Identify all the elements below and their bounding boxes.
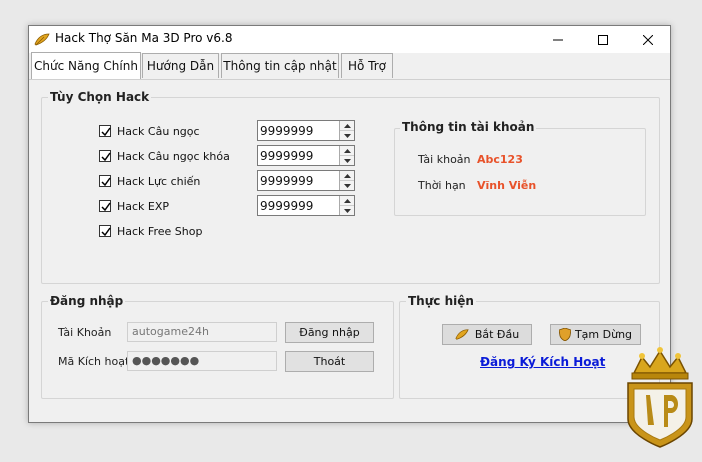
close-icon xyxy=(642,34,653,45)
tab-support[interactable]: Hỗ Trợ xyxy=(341,53,393,78)
checkbox[interactable] xyxy=(99,225,111,237)
account-info-title: Thông tin tài khoản xyxy=(400,120,537,134)
value-spinner[interactable]: 9999999 xyxy=(257,195,355,216)
checkbox[interactable] xyxy=(99,200,111,212)
hack-option-label: Hack Free Shop xyxy=(117,224,203,238)
hack-options-title: Tùy Chọn Hack xyxy=(48,90,152,104)
maximize-button[interactable] xyxy=(580,26,625,53)
login-group xyxy=(41,301,394,399)
gold-feather-icon xyxy=(34,33,50,46)
hack-option-label: Hack EXP xyxy=(117,199,170,213)
minimize-button[interactable] xyxy=(535,26,580,53)
arrow-down-icon xyxy=(343,133,351,138)
arrow-down-icon xyxy=(343,208,351,213)
spin-down-button[interactable] xyxy=(340,181,354,190)
spinner-buttons xyxy=(339,121,354,140)
spin-up-button[interactable] xyxy=(340,171,354,181)
tab-guide[interactable]: Hướng Dẫn xyxy=(142,53,219,78)
register-activation-link[interactable]: Đăng Ký Kích Hoạt xyxy=(480,355,605,369)
login-account-field[interactable]: autogame24h xyxy=(127,322,277,342)
minimize-icon xyxy=(552,39,563,40)
checkmark-icon xyxy=(101,227,111,237)
maximize-icon xyxy=(597,34,608,45)
hack-option-label: Hack Lực chiến xyxy=(117,174,201,188)
arrow-up-icon xyxy=(343,198,351,203)
account-label: Tài khoản xyxy=(418,153,471,166)
login-account-label: Tài Khoản xyxy=(58,326,112,339)
close-button[interactable] xyxy=(625,26,670,53)
activation-code-label: Mã Kích hoạt xyxy=(58,355,130,368)
actions-title: Thực hiện xyxy=(406,294,476,308)
window-title: Hack Thợ Săn Ma 3D Pro v6.8 xyxy=(55,31,233,45)
login-title: Đăng nhập xyxy=(48,294,126,308)
login-button[interactable]: Đăng nhập xyxy=(285,322,374,343)
tab-main-functions[interactable]: Chức Năng Chính xyxy=(31,52,141,79)
spinner-value[interactable]: 9999999 xyxy=(260,124,313,138)
checkmark-icon xyxy=(101,177,111,187)
spin-down-button[interactable] xyxy=(340,206,354,215)
tab-label: Hướng Dẫn xyxy=(146,59,215,73)
arrow-up-icon xyxy=(343,148,351,153)
tab-label: Hỗ Trợ xyxy=(347,59,387,73)
checkbox[interactable] xyxy=(99,125,111,137)
checkmark-icon xyxy=(101,202,111,212)
pause-button[interactable]: Tạm Dừng xyxy=(550,324,641,345)
spin-up-button[interactable] xyxy=(340,146,354,156)
hack-option-label: Hack Câu ngọc xyxy=(117,124,200,138)
spin-down-button[interactable] xyxy=(340,156,354,165)
spin-down-button[interactable] xyxy=(340,131,354,140)
spinner-buttons xyxy=(339,196,354,215)
duration-value: Vĩnh Viễn xyxy=(477,179,537,192)
start-button-label: Bắt Đầu xyxy=(474,328,520,341)
hack-option-label: Hack Câu ngọc khóa xyxy=(117,149,230,163)
spinner-value[interactable]: 9999999 xyxy=(260,174,313,188)
duration-label: Thời hạn xyxy=(418,179,466,192)
exit-button[interactable]: Thoát xyxy=(285,351,374,372)
hack-option-row[interactable]: Hack Câu ngọc khóa xyxy=(99,148,230,164)
arrow-up-icon xyxy=(343,123,351,128)
spinner-value[interactable]: 9999999 xyxy=(260,149,313,163)
tab-label: Chức Năng Chính xyxy=(34,59,138,73)
shield-icon xyxy=(558,328,571,341)
crown-logo-icon xyxy=(627,347,693,448)
arrow-down-icon xyxy=(343,158,351,163)
tab-bar: Chức Năng Chính Hướng Dẫn Thông tin cập … xyxy=(29,52,670,80)
hack-option-row[interactable]: Hack EXP xyxy=(99,198,169,214)
spin-up-button[interactable] xyxy=(340,196,354,206)
checkbox[interactable] xyxy=(99,150,111,162)
spin-up-button[interactable] xyxy=(340,121,354,131)
checkmark-icon xyxy=(101,127,111,137)
checkbox[interactable] xyxy=(99,175,111,187)
value-spinner[interactable]: 9999999 xyxy=(257,145,355,166)
value-spinner[interactable]: 9999999 xyxy=(257,170,355,191)
arrow-down-icon xyxy=(343,183,351,188)
arrow-up-icon xyxy=(343,173,351,178)
pause-button-label: Tạm Dừng xyxy=(574,328,633,341)
app-window: Hack Thợ Săn Ma 3D Pro v6.8 Chức Năng Ch… xyxy=(28,25,671,423)
account-value: Abc123 xyxy=(477,153,523,166)
tab-update-info[interactable]: Thông tin cập nhật xyxy=(221,53,339,78)
hack-option-row[interactable]: Hack Free Shop xyxy=(99,223,202,239)
value-spinner[interactable]: 9999999 xyxy=(257,120,355,141)
tab-label: Thông tin cập nhật xyxy=(223,59,337,73)
spinner-buttons xyxy=(339,146,354,165)
hack-option-row[interactable]: Hack Lực chiến xyxy=(99,173,200,189)
activation-code-field[interactable]: ●●●●●●● xyxy=(127,351,277,371)
hack-option-row[interactable]: Hack Câu ngọc xyxy=(99,123,200,139)
checkmark-icon xyxy=(101,152,111,162)
start-button[interactable]: Bắt Đầu xyxy=(442,324,532,345)
feather-icon xyxy=(455,329,469,340)
spinner-value[interactable]: 9999999 xyxy=(260,199,313,213)
account-info-group xyxy=(394,128,646,216)
title-bar[interactable]: Hack Thợ Săn Ma 3D Pro v6.8 xyxy=(29,26,670,53)
spinner-buttons xyxy=(339,171,354,190)
